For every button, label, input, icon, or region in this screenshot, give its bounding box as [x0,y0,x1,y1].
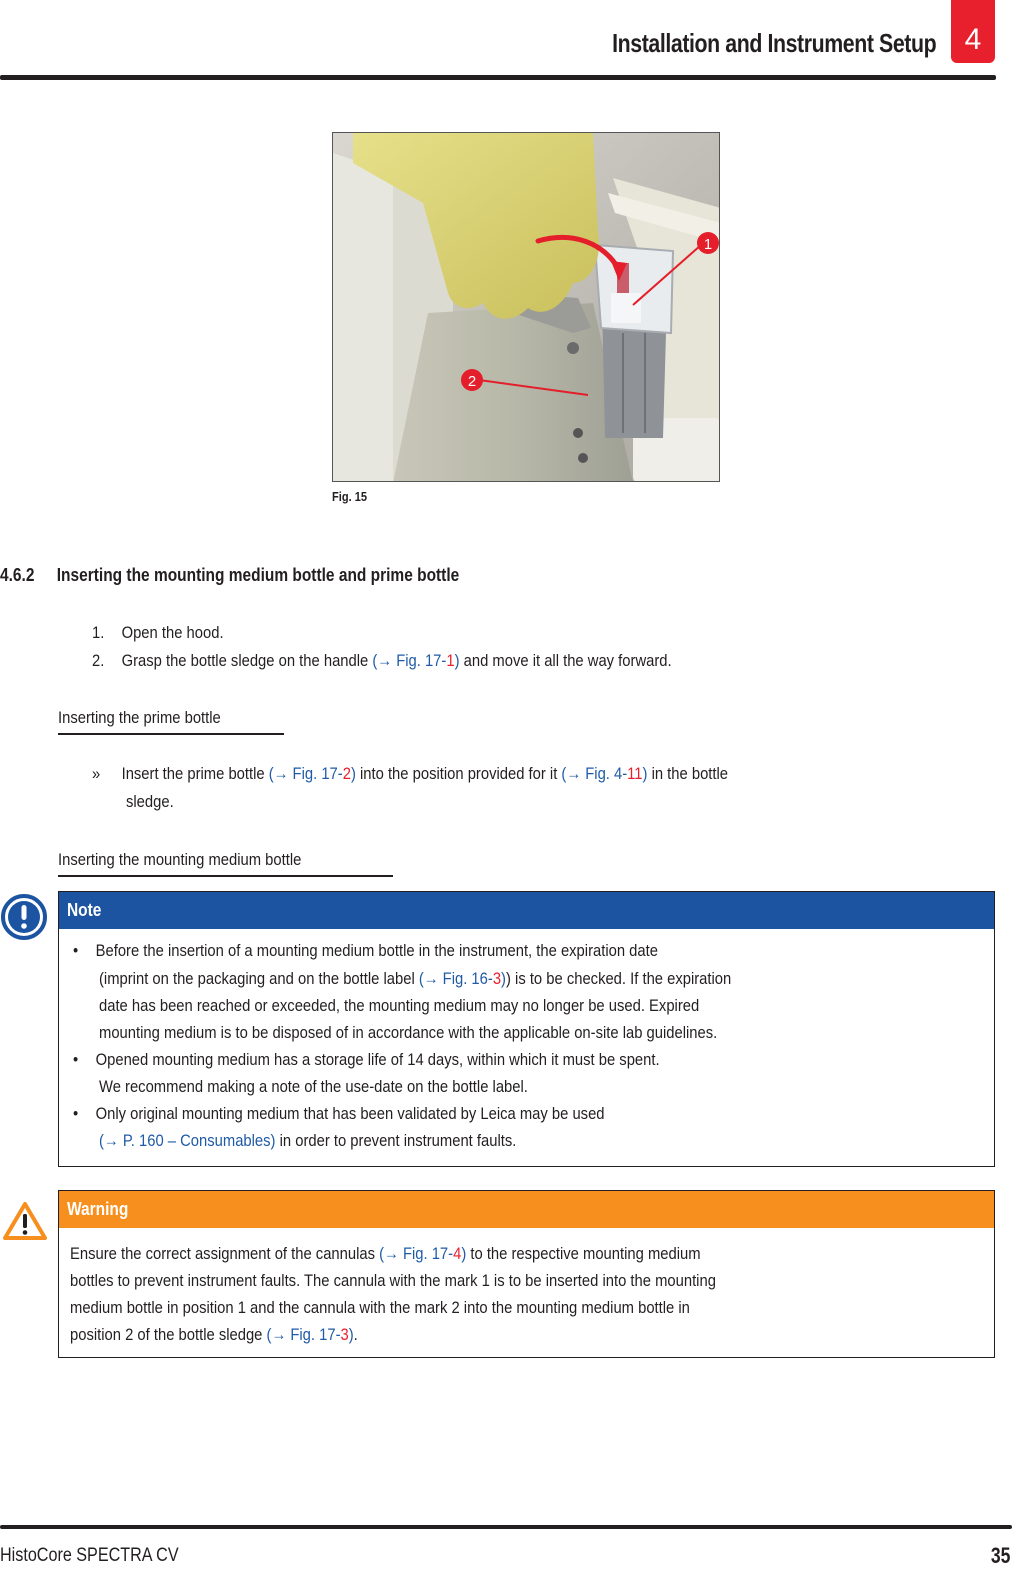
result-item-prime-cont: sledge. [126,792,174,811]
section-heading: 4.6.2 Inserting the mounting medium bottl… [0,565,459,586]
figure-caption: Fig. 15 [332,489,368,504]
result-marker: » [92,764,101,783]
callout-badge-1: 1 [697,232,719,254]
sledge-rail [393,303,633,481]
warning-triangle-icon [3,1202,47,1240]
figure-link[interactable]: (→ Fig. 4-11) [561,764,647,783]
section-number: 4.6.2 [0,565,35,585]
page-number: 35 [990,1543,1010,1568]
figure-link[interactable]: (→ Fig. 16-3) [419,969,506,988]
figure-link[interactable]: (→ Fig. 17-2) [269,764,356,783]
header-divider [0,75,996,80]
subheading-underline [58,875,393,877]
figure-photo: 1 2 [332,132,720,482]
svg-text:1: 1 [704,236,712,253]
svg-text:2: 2 [468,373,476,390]
step-number: 2. [92,651,105,670]
figure-link[interactable]: (→ Fig. 17-1) [372,651,459,670]
chapter-title: Installation and Instrument Setup [611,28,936,58]
callout-badge-2: 2 [461,369,483,391]
note-bullet-2: • Opened mounting medium has a storage li… [73,1050,660,1069]
page-link-consumables[interactable]: (→ P. 160 – Consumables) [99,1131,275,1150]
note-bullet-3: • Only original mounting medium that has … [73,1104,605,1123]
chapter-number-badge: 4 [951,0,995,63]
subheading-underline [58,733,284,735]
figure-link[interactable]: (→ Fig. 17-3) [267,1325,354,1344]
subheading-prime-bottle: Inserting the prime bottle [58,708,221,727]
note-header: Note [59,892,994,929]
info-exclamation-icon [1,894,47,940]
warning-box: Warning Ensure the correct assignment of… [58,1190,995,1358]
note-bullet-1: • Before the insertion of a mounting medi… [73,941,658,960]
footer-divider [0,1525,1012,1529]
result-item-prime: » Insert the prime bottle (→ Fig. 17-2) i… [92,760,728,788]
bottle-sledge-illustration: 1 2 [333,133,719,481]
warning-header: Warning [59,1191,994,1228]
subheading-mounting-medium: Inserting the mounting medium bottle [58,850,302,869]
figure-link[interactable]: (→ Fig. 17-4) [379,1244,466,1263]
step-1: 1. Open the hood. [92,619,224,647]
step-2: 2. Grasp the bottle sledge on the handle … [92,647,672,675]
step-number: 1. [92,623,105,642]
step-text: Open the hood. [121,623,224,642]
product-name: HistoCore SPECTRA CV [0,1545,179,1566]
note-box: Note • Before the insertion of a mounting… [58,891,995,1167]
section-title: Inserting the mounting medium bottle and… [56,565,460,585]
